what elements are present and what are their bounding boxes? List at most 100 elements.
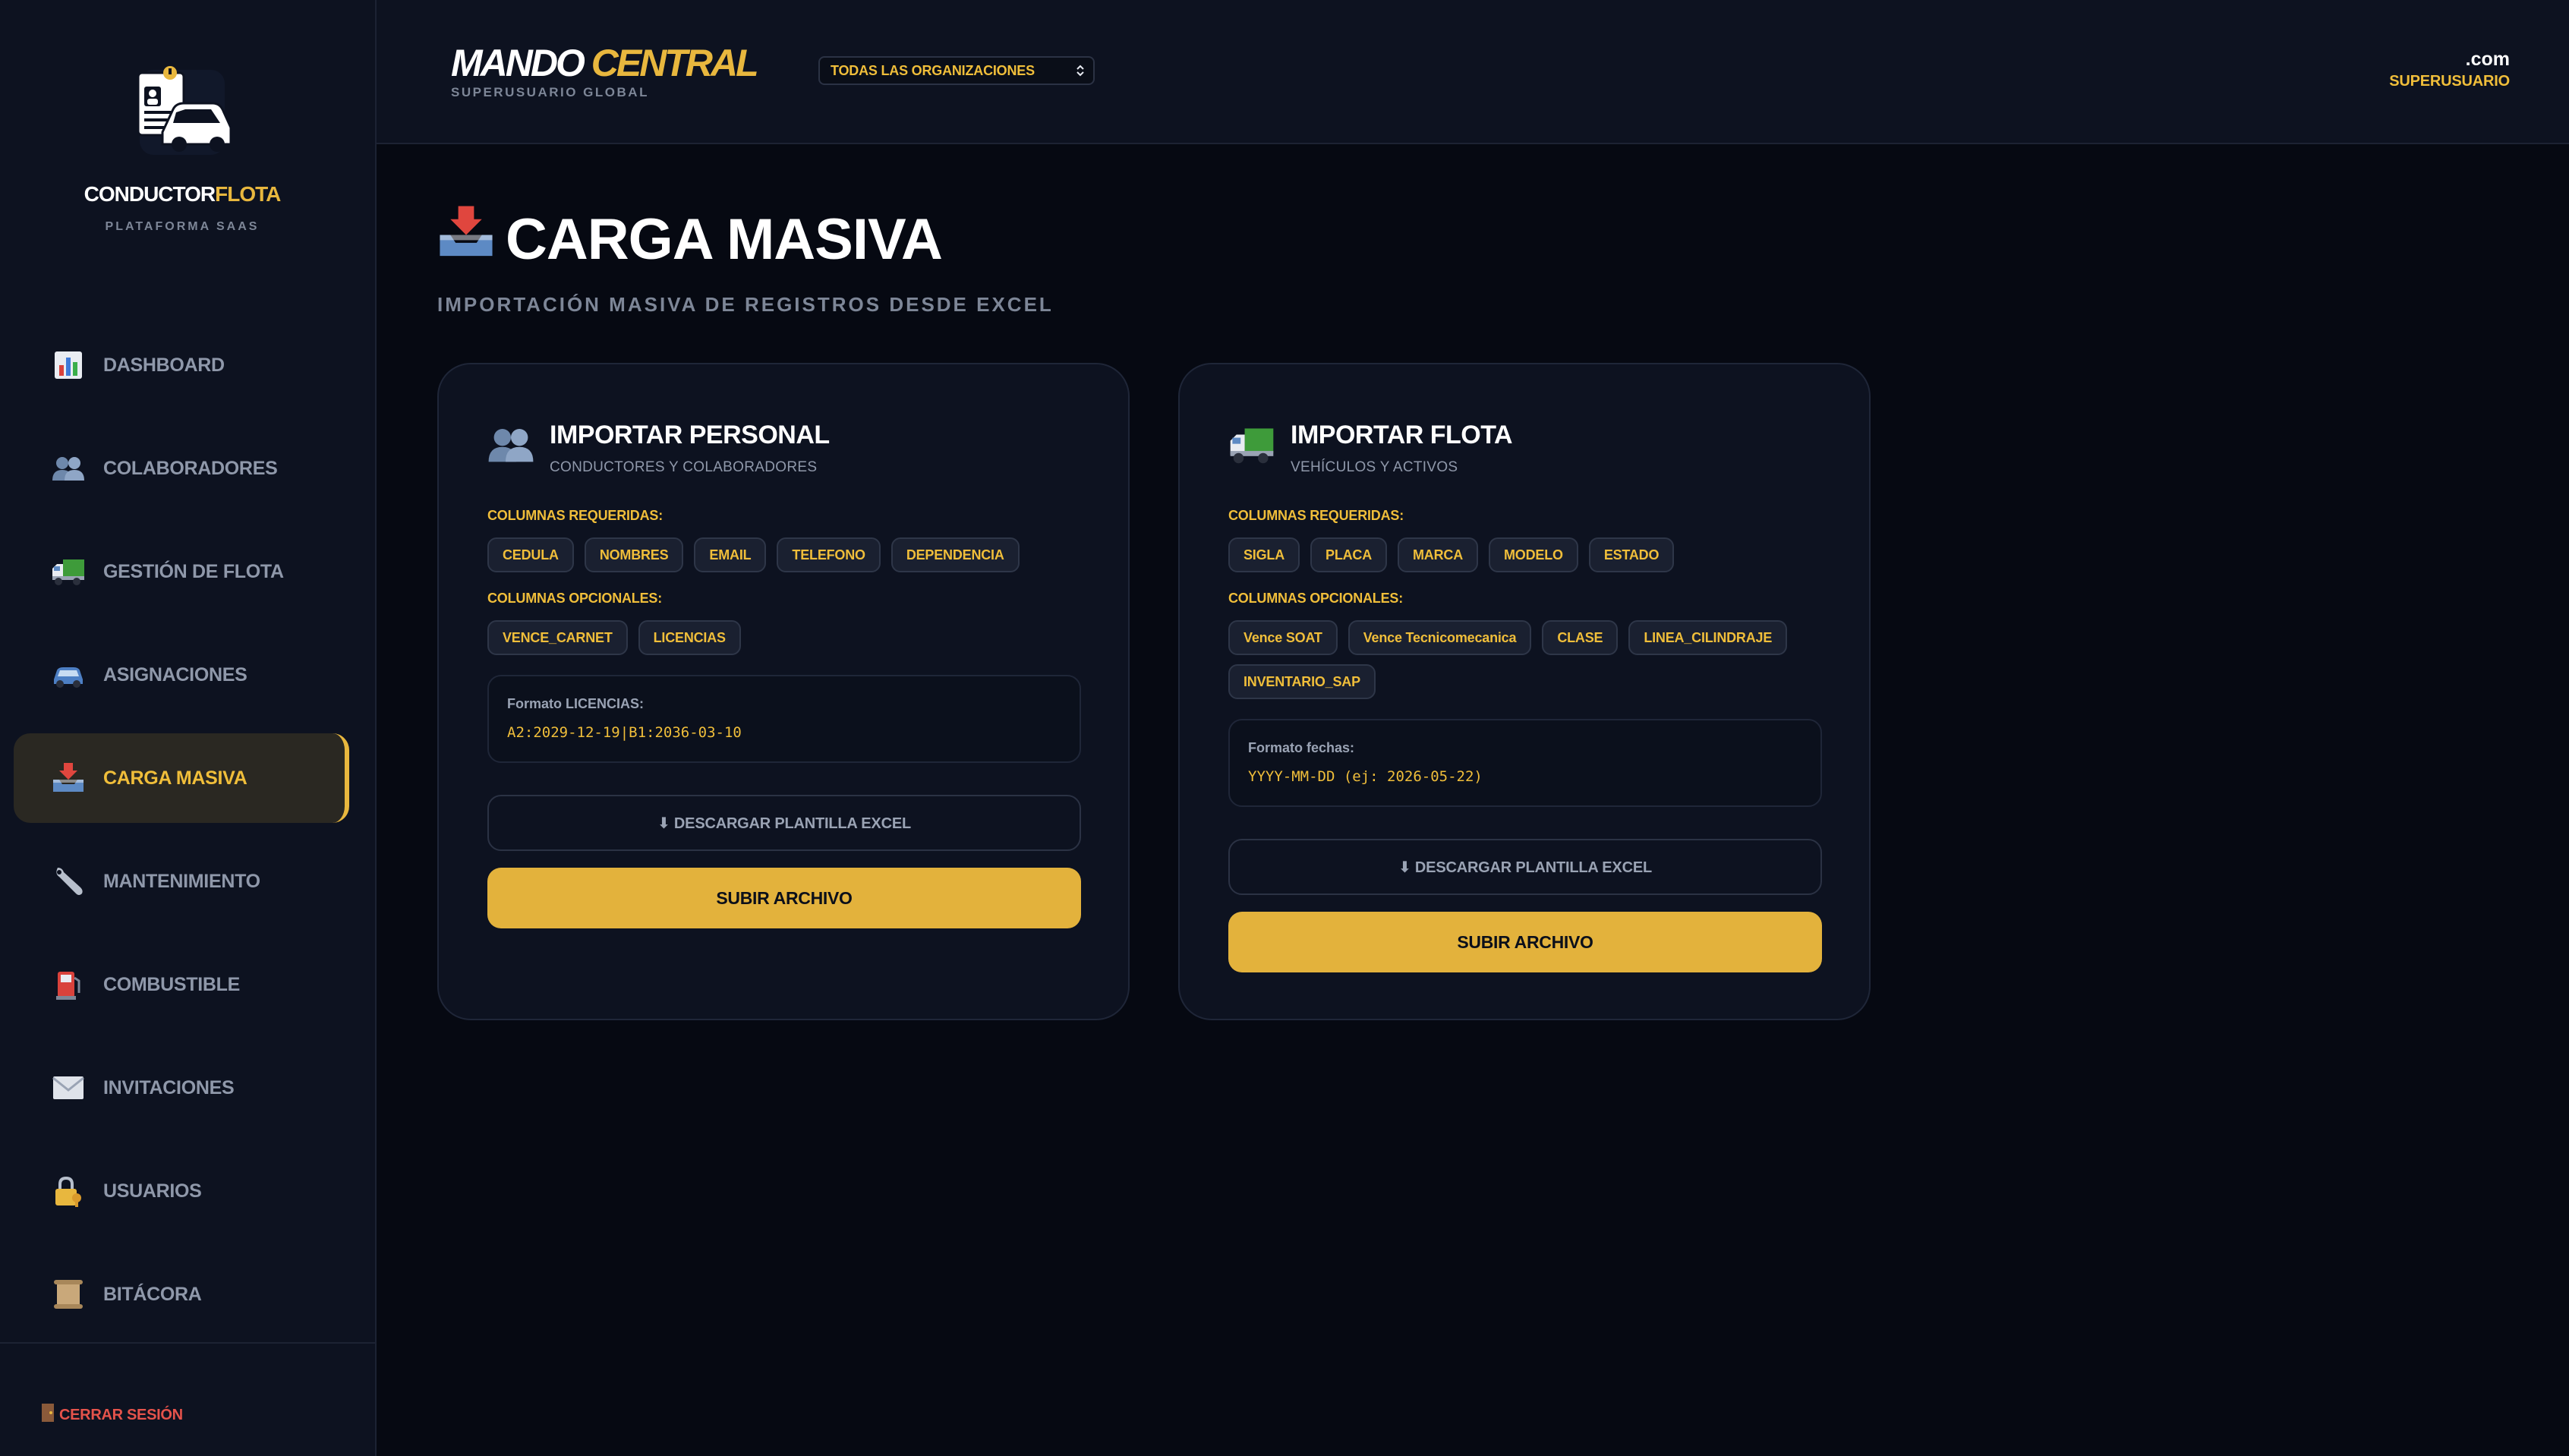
header-subtitle: SUPERUSUARIO GLOBAL: [451, 85, 649, 99]
column-chip: INVENTARIO_SAP: [1228, 664, 1376, 699]
sidebar-item-label: MANTENIMIENTO: [103, 870, 260, 892]
page-head: CARGA MASIVA IMPORTACIÓN MASIVA DE REGIS…: [437, 203, 1054, 317]
format-value: A2:2029-12-19|B1:2036-03-10: [507, 724, 742, 741]
optional-columns-label: COLUMNAS OPCIONALES:: [1228, 591, 1404, 606]
page-title-text: CARGA MASIVA: [506, 206, 943, 272]
sidebar-item-invitaciones[interactable]: INVITACIONES: [14, 1043, 349, 1133]
sidebar-item-label: BITÁCORA: [103, 1283, 202, 1305]
sidebar-item-label: COMBUSTIBLE: [103, 973, 241, 995]
top-header: MANDO CENTRAL SUPERUSUARIO GLOBAL TODAS …: [377, 0, 2569, 144]
format-value: YYYY-MM-DD (ej: 2026-05-22): [1248, 768, 1483, 785]
inbox-tray-icon: [49, 758, 88, 798]
column-chip: VENCE_CARNET: [487, 620, 628, 655]
column-chip: DEPENDENCIA: [890, 537, 1020, 572]
download-template-button[interactable]: ⬇ DESCARGAR PLANTILLA EXCEL: [487, 795, 1081, 851]
column-chip: SIGLA: [1228, 537, 1300, 572]
scroll-icon: [49, 1275, 88, 1314]
upload-file-button[interactable]: SUBIR ARCHIVO: [1228, 912, 1822, 972]
column-chip: MODELO: [1489, 537, 1578, 572]
column-chip: LINEA_CILINDRAJE: [1628, 620, 1788, 655]
import-personal-card: IMPORTAR PERSONAL CONDUCTORES Y COLABORA…: [437, 363, 1130, 1020]
people-icon: [49, 449, 88, 488]
column-chip: Vence Tecnicomecanica: [1348, 620, 1532, 655]
header-title: MANDO CENTRAL: [451, 41, 759, 85]
format-box: Formato LICENCIAS: A2:2029-12-19|B1:2036…: [487, 675, 1081, 763]
organization-select[interactable]: TODAS LAS ORGANIZACIONES: [818, 56, 1095, 85]
format-label: Formato LICENCIAS:: [507, 696, 644, 711]
sidebar-item-label: ASIGNACIONES: [103, 663, 247, 685]
sidebar-nav: DASHBOARD COLABORADORES GESTIÓN DE FLOTA…: [14, 320, 349, 1353]
sidebar-item-label: CARGA MASIVA: [103, 767, 247, 789]
sidebar: CONDUCTORFLOTA PLATAFORMA SAAS DASHBOARD…: [0, 0, 377, 1456]
sidebar-item-usuarios[interactable]: USUARIOS: [14, 1146, 349, 1236]
select-chevrons-icon: [1075, 63, 1086, 82]
required-columns-label: COLUMNAS REQUERIDAS:: [1228, 508, 1404, 523]
inbox-tray-icon: [437, 203, 495, 275]
column-chip: ESTADO: [1588, 537, 1675, 572]
required-columns-label: COLUMNAS REQUERIDAS:: [487, 508, 664, 523]
user-domain: .com: [2465, 49, 2510, 70]
brand-name-part2: FLOTA: [215, 182, 281, 206]
organization-select-value: TODAS LAS ORGANIZACIONES: [831, 62, 1035, 78]
format-box: Formato fechas: YYYY-MM-DD (ej: 2026-05-…: [1228, 719, 1822, 807]
column-chip: PLACA: [1310, 537, 1388, 572]
download-template-button[interactable]: ⬇ DESCARGAR PLANTILLA EXCEL: [1228, 839, 1822, 895]
sidebar-item-label: COLABORADORES: [103, 457, 278, 479]
card-header: IMPORTAR FLOTA VEHÍCULOS Y ACTIVOS: [1228, 421, 1822, 476]
card-title: IMPORTAR FLOTA: [1291, 421, 1513, 449]
required-columns: CEDULA NOMBRES EMAIL TELEFONO DEPENDENCI…: [487, 537, 1081, 572]
sidebar-item-label: DASHBOARD: [103, 354, 225, 376]
logout-area: CERRAR SESIÓN: [0, 1342, 375, 1456]
logout-button[interactable]: CERRAR SESIÓN: [41, 1403, 183, 1427]
card-title: IMPORTAR PERSONAL: [550, 421, 830, 449]
sidebar-item-bitacora[interactable]: BITÁCORA: [14, 1250, 349, 1339]
column-chip: MARCA: [1398, 537, 1479, 572]
sidebar-item-mantenimiento[interactable]: MANTENIMIENTO: [14, 837, 349, 926]
people-icon: [487, 424, 534, 471]
format-label: Formato fechas:: [1248, 740, 1355, 755]
sidebar-item-gestion-de-flota[interactable]: GESTIÓN DE FLOTA: [14, 527, 349, 616]
envelope-icon: [49, 1068, 88, 1108]
card-subtitle: CONDUCTORES Y COLABORADORES: [550, 459, 818, 475]
column-chip: Vence SOAT: [1228, 620, 1338, 655]
card-subtitle: VEHÍCULOS Y ACTIVOS: [1291, 459, 1458, 475]
user-role: SUPERUSUARIO: [2389, 73, 2510, 90]
required-columns: SIGLA PLACA MARCA MODELO ESTADO: [1228, 537, 1822, 572]
door-icon: [41, 1403, 55, 1427]
sidebar-item-label: USUARIOS: [103, 1180, 202, 1202]
page-title: CARGA MASIVA: [437, 203, 1054, 275]
column-chip: LICENCIAS: [638, 620, 741, 655]
sidebar-item-combustible[interactable]: COMBUSTIBLE: [14, 940, 349, 1029]
optional-columns-label: COLUMNAS OPCIONALES:: [487, 591, 663, 606]
brand-logo-icon: [129, 59, 235, 162]
header-title-part1: MANDO: [451, 42, 585, 84]
brand: CONDUCTORFLOTA PLATAFORMA SAAS: [0, 0, 375, 251]
sidebar-item-asignaciones[interactable]: ASIGNACIONES: [14, 630, 349, 720]
sidebar-item-carga-masiva[interactable]: CARGA MASIVA: [14, 733, 349, 823]
card-header: IMPORTAR PERSONAL CONDUCTORES Y COLABORA…: [487, 421, 1081, 476]
column-chip: TELEFONO: [777, 537, 881, 572]
column-chip: EMAIL: [694, 537, 767, 572]
lock-key-icon: [49, 1171, 88, 1211]
car-icon: [49, 655, 88, 695]
sidebar-item-label: GESTIÓN DE FLOTA: [103, 560, 284, 582]
truck-icon: [49, 552, 88, 591]
brand-name: CONDUCTORFLOTA: [0, 182, 364, 206]
wrench-icon: [49, 862, 88, 901]
brand-name-part1: CONDUCTOR: [84, 182, 216, 206]
fuel-pump-icon: [49, 965, 88, 1004]
truck-icon: [1228, 424, 1275, 471]
logout-label: CERRAR SESIÓN: [59, 1406, 183, 1423]
sidebar-item-dashboard[interactable]: DASHBOARD: [14, 320, 349, 410]
column-chip: CEDULA: [487, 537, 574, 572]
import-flota-card: IMPORTAR FLOTA VEHÍCULOS Y ACTIVOS COLUM…: [1178, 363, 1871, 1020]
column-chip: CLASE: [1542, 620, 1619, 655]
sidebar-item-colaboradores[interactable]: COLABORADORES: [14, 424, 349, 513]
upload-file-button[interactable]: SUBIR ARCHIVO: [487, 868, 1081, 928]
header-title-part2: CENTRAL: [591, 42, 759, 84]
page-subtitle: IMPORTACIÓN MASIVA DE REGISTROS DESDE EX…: [437, 293, 1054, 316]
brand-subtitle: PLATAFORMA SAAS: [105, 220, 260, 233]
optional-columns: VENCE_CARNET LICENCIAS: [487, 620, 1081, 655]
optional-columns: Vence SOAT Vence Tecnicomecanica CLASE L…: [1228, 620, 1822, 699]
bar-chart-icon: [49, 345, 88, 385]
